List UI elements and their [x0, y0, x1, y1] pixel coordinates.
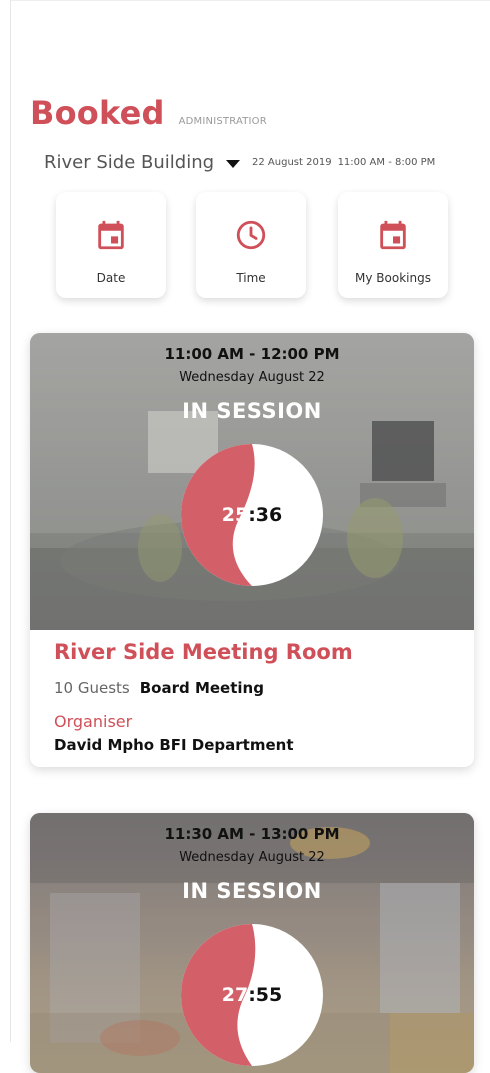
meeting-type: Board Meeting	[139, 679, 264, 697]
timer-readout: 27:55	[181, 984, 323, 1006]
frame-top-border	[10, 0, 490, 1]
app-header: Booked ADMINISTRATIOR	[30, 94, 267, 132]
timer-minutes: 27	[221, 984, 249, 1006]
time-button-label: Time	[236, 271, 266, 285]
booking-day: Wednesday August 22	[179, 370, 325, 385]
booking-card[interactable]: 11:30 AM - 13:00 PM Wednesday August 22 …	[30, 813, 474, 1073]
guests-row: 10 Guests Board Meeting	[54, 679, 264, 697]
frame-left-border	[10, 0, 11, 1042]
location-selector[interactable]: River Side Building 22 August 2019 11:00…	[44, 152, 435, 173]
caret-down-icon[interactable]	[226, 159, 241, 168]
session-status: IN SESSION	[182, 399, 322, 423]
booking-card[interactable]: 11:00 AM - 12:00 PM Wednesday August 22 …	[30, 333, 474, 767]
location-date: 22 August 2019	[252, 157, 332, 168]
session-timer: 27:55	[181, 924, 323, 1066]
time-button[interactable]: Time	[196, 192, 306, 298]
clock-icon	[236, 220, 266, 250]
date-button-label: Date	[96, 271, 126, 285]
session-timer: 25:36	[181, 444, 323, 586]
organiser-label: Organiser	[54, 712, 133, 731]
session-status: IN SESSION	[182, 879, 322, 903]
app-title: Booked	[30, 94, 165, 132]
building-name[interactable]: River Side Building	[44, 152, 214, 173]
calendar-icon	[380, 220, 406, 250]
booking-day: Wednesday August 22	[179, 850, 325, 865]
guest-count: 10 Guests	[54, 679, 130, 697]
location-hours: 11:00 AM - 8:00 PM	[337, 157, 436, 168]
my-bookings-button[interactable]: My Bookings	[338, 192, 448, 298]
timer-readout: 25:36	[181, 504, 323, 526]
user-role: ADMINISTRATIOR	[178, 116, 267, 127]
date-button[interactable]: Date	[56, 192, 166, 298]
calendar-icon	[98, 220, 124, 250]
booking-time-range: 11:30 AM - 13:00 PM	[164, 825, 340, 843]
my-bookings-button-label: My Bookings	[355, 271, 431, 285]
booking-time-range: 11:00 AM - 12:00 PM	[164, 345, 340, 363]
organiser-name: David Mpho BFI Department	[54, 736, 294, 754]
room-name: River Side Meeting Room	[54, 640, 353, 664]
timer-seconds: :36	[248, 504, 283, 526]
timer-minutes: 25	[221, 504, 249, 526]
timer-seconds: :55	[248, 984, 283, 1006]
